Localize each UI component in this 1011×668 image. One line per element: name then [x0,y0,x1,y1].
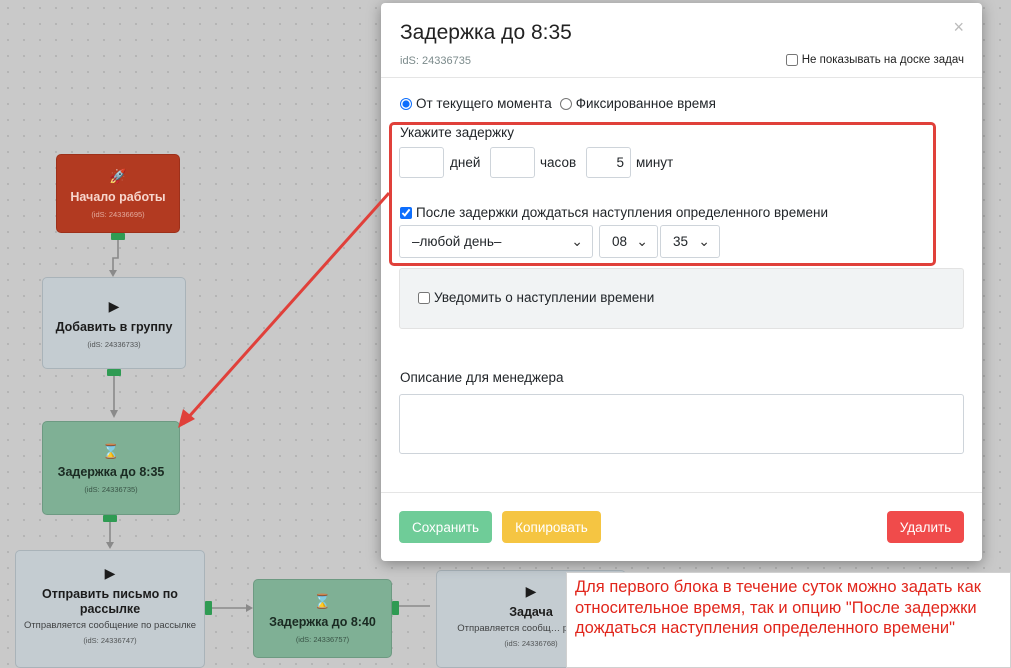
hourglass-icon: ⌛ [313,593,332,609]
notify-label: Уведомить о наступлении времени [434,290,655,305]
notify-option[interactable]: Уведомить о наступлении времени [418,290,654,305]
mode-relative-label: От текущего момента [416,96,552,111]
node-ids: (idS: 24336735) [84,484,138,494]
node-ids: (idS: 24336768) [504,639,558,648]
description-label: Описание для менеджера [400,370,564,385]
description-textarea[interactable] [399,394,964,454]
modal-footer: Сохранить Копировать Удалить [381,492,982,561]
node-ids: (idS: 24336747) [83,636,137,645]
node-title: Начало работы [70,190,166,204]
node-ids: (idS: 24336733) [87,339,141,349]
node-port[interactable] [107,369,121,376]
delete-button[interactable]: Удалить [887,511,964,543]
mode-fixed-radio[interactable] [559,97,572,110]
node-delay-840[interactable]: ⌛ Задержка до 8:40 (idS: 24336757) [253,579,392,658]
notify-panel: Уведомить о наступлении времени [399,268,964,329]
node-title: Задача [509,605,553,619]
modal-title: Задержка до 8:35 [400,21,572,44]
play-icon: ▶ [104,565,116,581]
hide-board-checkbox[interactable] [785,54,798,66]
mode-fixed-label: Фиксированное время [575,96,716,111]
save-button[interactable]: Сохранить [399,511,492,543]
highlight-frame [389,122,936,266]
close-icon[interactable]: × [953,17,964,38]
mode-selector: От текущего момента Фиксированное время [400,96,724,111]
delay-settings-modal: Задержка до 8:35 × idS: 24336735 Не пока… [381,3,982,561]
node-title: Добавить в группу [55,319,173,334]
annotation-callout: Для первого блока в течение суток можно … [566,572,1011,668]
mode-relative-option[interactable]: От текущего момента [400,96,552,111]
play-icon: ▶ [108,297,120,314]
hide-board-label: Не показывать на доске задач [801,54,964,66]
node-title: Задержка до 8:40 [269,615,376,629]
node-start[interactable]: 🚀 Начало работы (idS: 24336695) [56,154,180,233]
node-delay-835[interactable]: ⌛ Задержка до 8:35 (idS: 24336735) [42,421,180,515]
node-title: Отправить письмо по рассылке [42,587,178,616]
node-ids: (idS: 24336757) [295,635,350,644]
rocket-icon: 🚀 [109,168,127,184]
node-ids: (idS: 24336695) [91,210,145,219]
node-port[interactable] [392,601,399,615]
node-port[interactable] [103,515,117,522]
node-send-mail[interactable]: ▶ Отправить письмо по рассылке Отправляе… [15,550,205,668]
play-icon: ▶ [525,583,537,599]
node-port[interactable] [111,233,125,240]
node-subtitle: Отправляется сообщение по рассылке [23,620,197,631]
hourglass-icon: ⌛ [102,442,120,459]
copy-button[interactable]: Копировать [502,511,601,543]
node-port[interactable] [205,601,212,615]
mode-relative-radio[interactable] [400,97,412,110]
notify-checkbox[interactable] [418,291,430,304]
modal-ids: idS: 24336735 [400,55,471,67]
mode-fixed-option[interactable]: Фиксированное время [559,96,716,111]
modal-header: Задержка до 8:35 × idS: 24336735 Не пока… [381,3,982,78]
hide-board-option[interactable]: Не показывать на доске задач [785,54,964,66]
node-title: Задержка до 8:35 [57,464,165,479]
node-add-to-group[interactable]: ▶ Добавить в группу (idS: 24336733) [42,277,186,369]
